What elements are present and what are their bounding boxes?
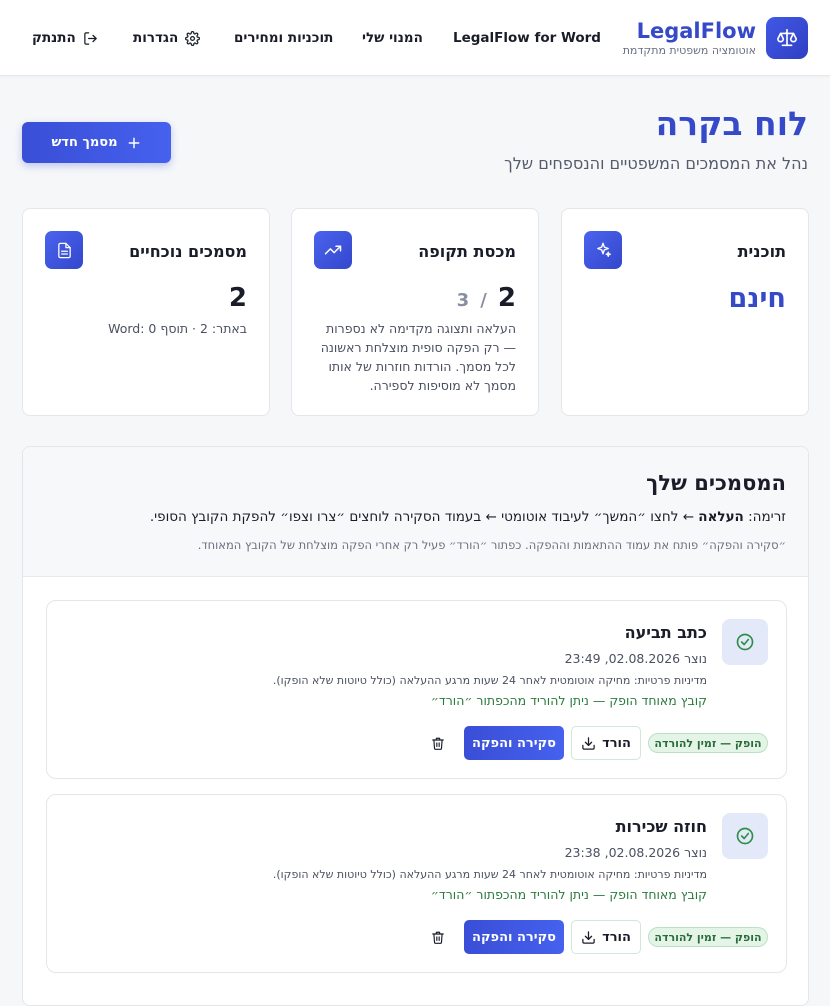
- current-documents-title: מסמכים נוכחיים: [129, 242, 247, 261]
- quota-card: מכסת תקופה 2 / 3 העלאה ותצוגה מקדימה לא …: [291, 208, 539, 416]
- page-title: לוח בקרה: [655, 104, 808, 143]
- nav-subscription-label: המנוי שלי: [362, 30, 423, 46]
- review-and-generate-button[interactable]: סקירה והפקה: [464, 726, 564, 760]
- nav-word-addin[interactable]: LegalFlow for Word: [453, 30, 601, 46]
- privacy-policy-note: מדיניות פרטיות: מחיקה אוטומטית לאחר 24 ש…: [272, 674, 707, 687]
- current-documents-card: מסמכים נוכחיים 2 באתר: 2 · תוסף Word: 0: [22, 208, 270, 416]
- workflow-note: ״סקירה והפקה״ פותח את עמוד ההתאמות וההפק…: [197, 538, 786, 552]
- download-label: הורד: [602, 929, 631, 945]
- documents-header: המסמכים שלך זרימה: העלאה ← לחצו ״המשך״ ל…: [23, 447, 808, 577]
- nav-logout-label: התנתק: [32, 30, 76, 46]
- quota-total: 3: [456, 290, 470, 311]
- trash-icon[interactable]: [430, 734, 446, 752]
- document-title: כתב תביעה: [624, 623, 707, 642]
- review-and-generate-button[interactable]: סקירה והפקה: [464, 920, 564, 954]
- download-label: הורד: [602, 735, 631, 751]
- status-badge: הופק — זמין להורדה: [648, 733, 768, 753]
- download-button[interactable]: הורד: [571, 726, 641, 760]
- ready-status-text: קובץ מאוחד הופק — ניתן להוריד מהכפתור ״ה…: [430, 693, 707, 708]
- download-button[interactable]: הורד: [571, 920, 641, 954]
- new-document-button[interactable]: מסמך חדש: [22, 122, 171, 163]
- logout-icon: [83, 31, 98, 46]
- document-created: נוצר 02.08.2026, 23:49: [564, 651, 707, 666]
- plan-card: תוכנית חינם: [561, 208, 809, 416]
- brand[interactable]: LegalFlow אוטומציה משפטית מתקדמת: [623, 17, 808, 59]
- gear-icon: [185, 30, 201, 46]
- status-badge: הופק — זמין להורדה: [648, 927, 768, 947]
- nav-plans-label: תוכניות ומחירים: [234, 30, 334, 46]
- plan-name: חינם: [728, 283, 786, 314]
- current-documents-count: 2: [228, 283, 247, 313]
- document-icon: [45, 231, 83, 269]
- document-item: חוזה שכירות נוצר 02.08.2026, 23:38 מדיני…: [46, 794, 787, 973]
- flow-upload: העלאה: [698, 509, 744, 525]
- documents-panel: המסמכים שלך זרימה: העלאה ← לחצו ״המשך״ ל…: [22, 446, 809, 1006]
- flow-prefix: זרימה:: [743, 509, 786, 525]
- nav-settings-label: הגדרות: [133, 30, 179, 46]
- trending-up-icon: [314, 231, 352, 269]
- nav-settings[interactable]: הגדרות: [133, 30, 201, 46]
- top-navigation-bar: LegalFlow אוטומציה משפטית מתקדמת LegalFl…: [0, 0, 830, 76]
- plus-icon: [126, 135, 142, 151]
- document-item: כתב תביעה נוצר 02.08.2026, 23:49 מדיניות…: [46, 600, 787, 779]
- download-icon: [581, 930, 596, 945]
- new-document-label: מסמך חדש: [51, 135, 118, 150]
- download-icon: [581, 736, 596, 751]
- check-circle-icon: [722, 619, 768, 665]
- privacy-policy-note: מדיניות פרטיות: מחיקה אוטומטית לאחר 24 ש…: [272, 868, 707, 881]
- plan-card-title: תוכנית: [737, 242, 786, 261]
- brand-tagline: אוטומציה משפטית מתקדמת: [622, 44, 756, 57]
- documents-title: המסמכים שלך: [646, 471, 786, 495]
- quota-value: 2 / 3: [457, 283, 516, 313]
- scales-icon: [766, 17, 808, 59]
- current-documents-breakdown: באתר: 2 · תוסף Word: 0: [108, 321, 247, 336]
- quota-description: העלאה ותצוגה מקדימה לא נספרות — רק הפקה …: [320, 321, 516, 393]
- nav-logout[interactable]: התנתק: [32, 30, 98, 46]
- trash-icon[interactable]: [430, 928, 446, 946]
- document-title: חוזה שכירות: [615, 817, 707, 836]
- quota-separator: /: [480, 290, 487, 311]
- sparkles-icon: [584, 231, 622, 269]
- brand-name: LegalFlow: [636, 19, 756, 43]
- page-subtitle: נהל את המסמכים המשפטיים והנספחים שלך: [504, 154, 808, 173]
- workflow-description: זרימה: העלאה ← לחצו ״המשך״ לעיבוד אוטומט…: [150, 509, 786, 525]
- main-nav: LegalFlow for Word המנוי שלי תוכניות ומח…: [0, 0, 601, 76]
- nav-my-subscription[interactable]: המנוי שלי: [362, 30, 423, 46]
- document-created: נוצר 02.08.2026, 23:38: [564, 845, 707, 860]
- nav-plans-pricing[interactable]: תוכניות ומחירים: [234, 30, 333, 46]
- quota-card-title: מכסת תקופה: [418, 242, 516, 261]
- check-circle-icon: [722, 813, 768, 859]
- quota-used: 2: [497, 283, 516, 313]
- ready-status-text: קובץ מאוחד הופק — ניתן להוריד מהכפתור ״ה…: [430, 887, 707, 902]
- flow-rest: ← לחצו ״המשך״ לעיבוד אוטומטי ← בעמוד הסק…: [149, 509, 699, 525]
- nav-word-label: LegalFlow for Word: [453, 30, 601, 46]
